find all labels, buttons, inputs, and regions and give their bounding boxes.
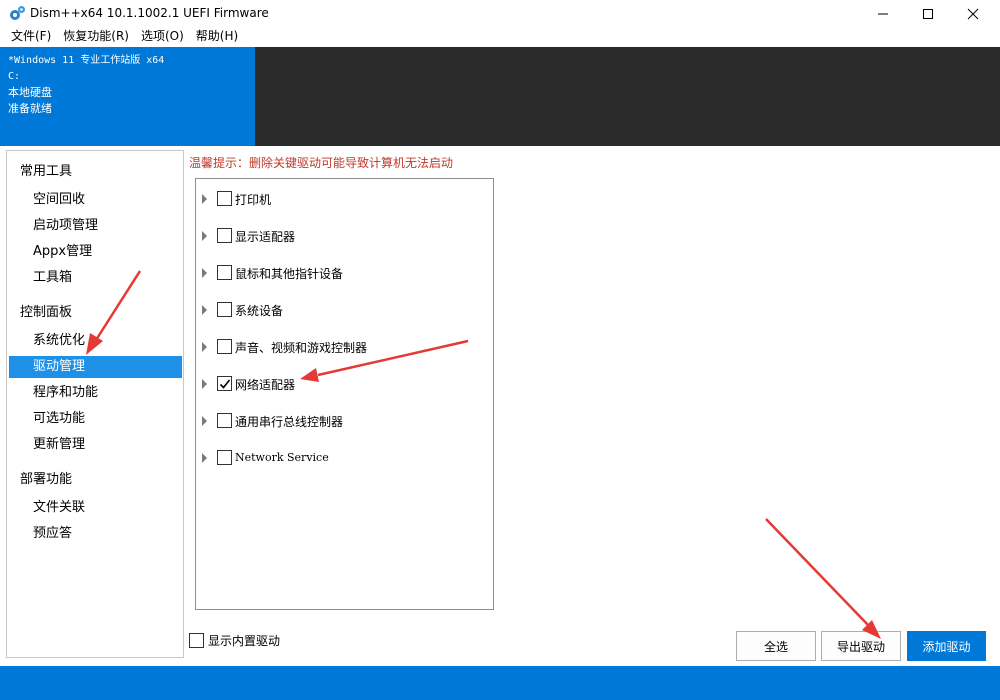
- node-label: 通用串行总线控制器: [235, 415, 344, 429]
- export-drivers-button[interactable]: 导出驱动: [821, 631, 901, 661]
- expand-arrow-icon[interactable]: [202, 416, 207, 426]
- node-checkbox[interactable]: [217, 191, 232, 206]
- sidebar-item-programs[interactable]: 程序和功能: [9, 382, 182, 404]
- node-checkbox[interactable]: [217, 228, 232, 243]
- node-label: 打印机: [235, 193, 272, 207]
- sidebar-item-system-optimize[interactable]: 系统优化: [9, 330, 182, 352]
- tree-node[interactable]: 通用串行总线控制器: [196, 410, 493, 432]
- node-checkbox-checked[interactable]: [217, 376, 232, 391]
- close-icon: [967, 8, 979, 19]
- sidebar-item-toolbox[interactable]: 工具箱: [9, 267, 182, 289]
- sidebar-item-updates[interactable]: 更新管理: [9, 434, 182, 456]
- menu-options[interactable]: 选项(O): [135, 27, 190, 47]
- tree-node[interactable]: 网络适配器: [196, 373, 493, 395]
- sidebar-item-file-association[interactable]: 文件关联: [9, 497, 182, 519]
- node-checkbox[interactable]: [217, 413, 232, 428]
- node-label: 显示适配器: [235, 230, 296, 244]
- session-status: 准备就绪: [8, 102, 52, 115]
- disk-type: 本地硬盘: [8, 86, 52, 99]
- node-label: 系统设备: [235, 304, 284, 318]
- driver-tree[interactable]: 打印机 显示适配器 鼠标和其他指针设备 系统设备 声音、视频和游戏控制器 网络适…: [195, 178, 494, 610]
- tree-node[interactable]: 打印机: [196, 188, 493, 210]
- show-builtin-label: 显示内置驱动: [208, 634, 281, 648]
- tree-node[interactable]: 鼠标和其他指针设备: [196, 262, 493, 284]
- sidebar-item-space-cleanup[interactable]: 空间回收: [9, 189, 182, 211]
- sidebar-item-optional-features[interactable]: 可选功能: [9, 408, 182, 430]
- menu-bar: 文件(F) 恢复功能(R) 选项(O) 帮助(H): [0, 27, 1000, 47]
- expand-arrow-icon[interactable]: [202, 268, 207, 278]
- node-checkbox[interactable]: [217, 450, 232, 465]
- sidebar-section-control-panel: 控制面板: [20, 305, 73, 320]
- minimize-button[interactable]: [860, 0, 906, 27]
- node-checkbox[interactable]: [217, 302, 232, 317]
- menu-file[interactable]: 文件(F): [0, 27, 57, 47]
- session-panel[interactable]: *Windows 11 专业工作站版 x64 C: 本地硬盘 准备就绪: [0, 47, 255, 146]
- title-bar: Dism++x64 10.1.1002.1 UEFI Firmware: [0, 0, 1000, 27]
- sidebar-item-driver-management[interactable]: 驱动管理: [9, 356, 182, 378]
- select-all-button[interactable]: 全选: [736, 631, 816, 661]
- tree-node[interactable]: 显示适配器: [196, 225, 493, 247]
- tree-node[interactable]: 系统设备: [196, 299, 493, 321]
- sidebar: 常用工具 空间回收 启动项管理 Appx管理 工具箱 控制面板 系统优化 驱动管…: [6, 150, 184, 658]
- sidebar-item-appx[interactable]: Appx管理: [9, 241, 182, 263]
- expand-arrow-icon[interactable]: [202, 453, 207, 463]
- expand-arrow-icon[interactable]: [202, 305, 207, 315]
- warning-text: 温馨提示：删除关键驱动可能导致计算机无法启动: [189, 156, 454, 170]
- tree-node[interactable]: Network Service: [196, 447, 493, 469]
- menu-restore[interactable]: 恢复功能(R): [57, 27, 135, 47]
- sidebar-section-deployment: 部署功能: [20, 472, 73, 487]
- expand-arrow-icon[interactable]: [202, 342, 207, 352]
- annotation-arrow: [765, 518, 870, 627]
- node-checkbox[interactable]: [217, 265, 232, 280]
- minimize-icon: [878, 13, 888, 14]
- maximize-icon: [923, 8, 933, 19]
- show-builtin-checkbox[interactable]: [189, 633, 204, 648]
- node-label: 网络适配器: [235, 378, 296, 392]
- maximize-button[interactable]: [905, 0, 951, 27]
- tree-node[interactable]: 声音、视频和游戏控制器: [196, 336, 493, 358]
- add-driver-button[interactable]: 添加驱动: [907, 631, 986, 661]
- os-name: *Windows 11 专业工作站版 x64: [8, 55, 165, 66]
- node-label: 声音、视频和游戏控制器: [235, 341, 368, 355]
- expand-arrow-icon[interactable]: [202, 379, 207, 389]
- sidebar-section-common-tools: 常用工具: [20, 164, 73, 179]
- expand-arrow-icon[interactable]: [202, 194, 207, 204]
- sidebar-item-answer-file[interactable]: 预应答: [9, 523, 182, 545]
- checkmark-icon: [219, 379, 231, 389]
- gear-icon: [10, 6, 25, 20]
- session-list-area: [255, 47, 1000, 146]
- status-bar: [0, 666, 1000, 700]
- menu-help[interactable]: 帮助(H): [190, 27, 244, 47]
- expand-arrow-icon[interactable]: [202, 231, 207, 241]
- window-title: Dism++x64 10.1.1002.1 UEFI Firmware: [30, 6, 269, 20]
- node-checkbox[interactable]: [217, 339, 232, 354]
- sidebar-item-startup[interactable]: 启动项管理: [9, 215, 182, 237]
- drive-letter: C:: [8, 71, 21, 82]
- close-button[interactable]: [950, 0, 996, 27]
- node-label: 鼠标和其他指针设备: [235, 267, 344, 281]
- node-label: Network Service: [235, 451, 329, 464]
